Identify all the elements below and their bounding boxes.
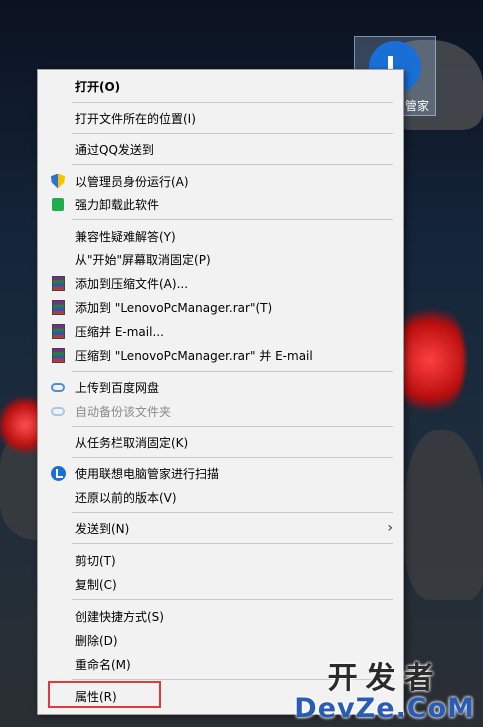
- menu-separator: [72, 371, 393, 372]
- menu-item-create-shortcut[interactable]: 创建快捷方式(S): [38, 605, 403, 627]
- menu-item-compatibility-troubleshoot[interactable]: 兼容性疑难解答(Y): [38, 225, 403, 247]
- menu-item-open[interactable]: 打开(O): [38, 75, 403, 97]
- menu-item-copy[interactable]: 复制(C): [38, 573, 403, 595]
- menu-separator: [72, 426, 393, 427]
- menu-item-upload-baidu-pan[interactable]: 上传到百度网盘: [38, 376, 403, 398]
- chevron-right-icon: ›: [387, 520, 393, 536]
- menu-separator: [72, 512, 393, 513]
- menu-item-run-as-admin[interactable]: 以管理员身份运行(A): [38, 170, 403, 192]
- menu-item-send-via-qq[interactable]: 通过QQ发送到: [38, 138, 403, 160]
- menu-item-add-to-rar[interactable]: 添加到 "LenovoPcManager.rar"(T): [38, 296, 403, 318]
- context-menu: 打开(O) 打开文件所在的位置(I) 通过QQ发送到 以管理员身份运行(A) 强…: [37, 69, 404, 715]
- menu-separator: [72, 457, 393, 458]
- menu-item-restore-previous-versions[interactable]: 还原以前的版本(V): [38, 486, 403, 508]
- winrar-icon: [50, 323, 66, 339]
- watermark: 开发者 DevZe.CoM: [294, 663, 475, 723]
- menu-item-force-uninstall[interactable]: 强力卸载此软件: [38, 193, 403, 215]
- baidu-cloud-icon: [50, 403, 66, 419]
- menu-item-send-to[interactable]: 发送到(N) ›: [38, 517, 403, 539]
- menu-item-auto-backup-folder: 自动备份该文件夹: [38, 400, 403, 422]
- red-glow: [395, 300, 465, 420]
- uac-shield-icon: [50, 173, 66, 189]
- winrar-icon: [50, 275, 66, 291]
- menu-item-compress-and-email[interactable]: 压缩并 E-mail...: [38, 320, 403, 342]
- menu-item-delete[interactable]: 删除(D): [38, 629, 403, 651]
- menu-separator: [72, 133, 393, 134]
- menu-item-unpin-from-start[interactable]: 从"开始"屏幕取消固定(P): [38, 248, 403, 270]
- rock-shape: [405, 430, 483, 600]
- menu-separator: [72, 102, 393, 103]
- menu-item-scan-with-lenovo-manager[interactable]: 使用联想电脑管家进行扫描: [38, 462, 403, 484]
- menu-item-add-to-archive[interactable]: 添加到压缩文件(A)...: [38, 272, 403, 294]
- watermark-line1: 开发者: [327, 661, 442, 697]
- menu-item-cut[interactable]: 剪切(T): [38, 549, 403, 571]
- lenovo-manager-icon: [50, 465, 66, 481]
- menu-separator: [72, 599, 393, 600]
- winrar-icon: [50, 299, 66, 315]
- baidu-cloud-icon: [50, 379, 66, 395]
- watermark-line2: DevZe.CoM: [294, 692, 475, 724]
- menu-separator: [72, 543, 393, 544]
- highlight-annotation-box: [48, 681, 161, 708]
- uninstall-bag-icon: [50, 196, 66, 212]
- menu-item-compress-to-rar-and-email[interactable]: 压缩到 "LenovoPcManager.rar" 并 E-mail: [38, 344, 403, 366]
- menu-separator: [72, 219, 393, 220]
- menu-separator: [72, 164, 393, 165]
- winrar-icon: [50, 347, 66, 363]
- menu-item-unpin-from-taskbar[interactable]: 从任务栏取消固定(K): [38, 431, 403, 453]
- menu-item-open-file-location[interactable]: 打开文件所在的位置(I): [38, 107, 403, 129]
- desktop-icon-label: 管家: [405, 99, 430, 113]
